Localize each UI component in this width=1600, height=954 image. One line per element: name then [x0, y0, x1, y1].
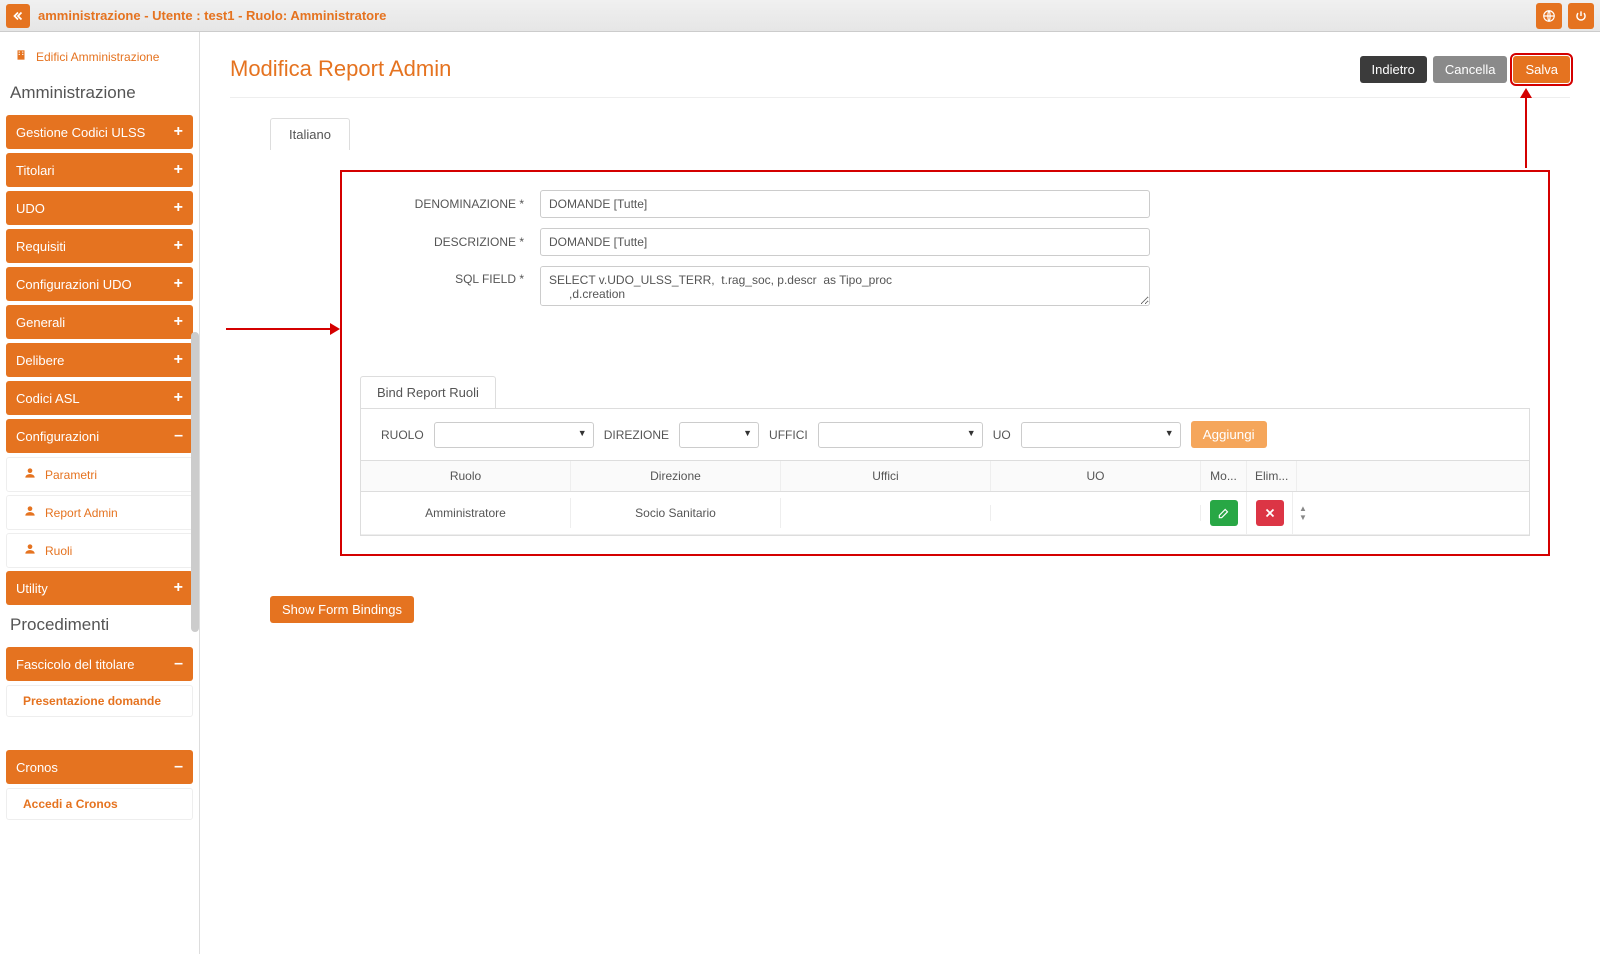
aggiungi-button[interactable]: Aggiungi [1191, 421, 1267, 448]
cell-uo [991, 505, 1201, 521]
ruolo-select[interactable] [434, 422, 594, 448]
show-form-bindings-button[interactable]: Show Form Bindings [270, 596, 414, 623]
section-amministrazione: Amministrazione [6, 77, 193, 115]
highlighted-form-area: DENOMINAZIONE * DESCRIZIONE * SQL FIELD … [340, 170, 1550, 556]
main-content: Modifica Report Admin Indietro Cancella … [200, 32, 1600, 954]
sql-textarea[interactable]: SELECT v.UDO_ULSS_TERR, t.rag_soc, p.des… [540, 266, 1150, 306]
edit-row-button[interactable] [1210, 500, 1238, 526]
sidebar-item-titolari[interactable]: Titolari+ [6, 153, 193, 187]
building-icon [14, 48, 28, 65]
page-title: Modifica Report Admin [230, 56, 451, 82]
power-icon[interactable] [1568, 3, 1594, 29]
cell-direzione: Socio Sanitario [571, 498, 781, 528]
scroll-up-icon[interactable]: ▲ [1293, 504, 1313, 513]
uo-filter-label: UO [993, 428, 1011, 442]
roles-grid: Ruolo Direzione Uffici UO Mo... Elim... … [360, 460, 1530, 536]
plus-icon: + [174, 123, 183, 141]
sidebar-sub-accedi-cronos[interactable]: Accedi a Cronos [6, 788, 193, 820]
plus-icon: + [174, 313, 183, 331]
user-icon [23, 466, 37, 483]
sidebar: Edifici Amministrazione Amministrazione … [0, 32, 200, 954]
sidebar-sub-presentazione[interactable]: Presentazione domande [6, 685, 193, 717]
user-icon [23, 542, 37, 559]
col-modifica: Mo... [1201, 461, 1247, 491]
ruolo-filter-label: RUOLO [381, 428, 424, 442]
plus-icon: + [174, 237, 183, 255]
sidebar-item-gestione-codici[interactable]: Gestione Codici ULSS+ [6, 115, 193, 149]
grid-scrollbar[interactable]: ▲ ▼ [1293, 502, 1313, 524]
plus-icon: + [174, 351, 183, 369]
plus-icon: + [174, 161, 183, 179]
denominazione-input[interactable] [540, 190, 1150, 218]
save-button[interactable]: Salva [1513, 56, 1570, 83]
col-elimina: Elim... [1247, 461, 1297, 491]
cancel-button[interactable]: Cancella [1433, 56, 1508, 83]
uffici-filter-label: UFFICI [769, 428, 808, 442]
sidebar-sub-parametri[interactable]: Parametri [6, 457, 193, 492]
uffici-select[interactable] [818, 422, 983, 448]
scroll-down-icon[interactable]: ▼ [1293, 513, 1313, 522]
denominazione-label: DENOMINAZIONE * [360, 197, 540, 211]
topbar: amministrazione - Utente : test1 - Ruolo… [0, 0, 1600, 32]
sidebar-item-cronos[interactable]: Cronos– [6, 750, 193, 784]
sidebar-item-configurazioni[interactable]: Configurazioni– [6, 419, 193, 453]
scrollbar-handle[interactable] [191, 332, 199, 632]
plus-icon: + [174, 275, 183, 293]
sidebar-item-delibere[interactable]: Delibere+ [6, 343, 193, 377]
back-button[interactable]: Indietro [1360, 56, 1427, 83]
plus-icon: + [174, 579, 183, 597]
sidebar-collapse-button[interactable] [6, 4, 30, 28]
annotation-arrow-horizontal [226, 328, 338, 330]
direzione-filter-label: DIREZIONE [604, 428, 669, 442]
plus-icon: + [174, 199, 183, 217]
col-uffici: Uffici [781, 461, 991, 491]
plus-icon: + [174, 389, 183, 407]
globe-icon[interactable] [1536, 3, 1562, 29]
col-direzione: Direzione [571, 461, 781, 491]
cell-uffici [781, 505, 991, 521]
col-uo: UO [991, 461, 1201, 491]
sidebar-item-udo[interactable]: UDO+ [6, 191, 193, 225]
sidebar-item-generali[interactable]: Generali+ [6, 305, 193, 339]
sidebar-item-requisiti[interactable]: Requisiti+ [6, 229, 193, 263]
minus-icon: – [174, 758, 183, 776]
col-ruolo: Ruolo [361, 461, 571, 491]
breadcrumb-label: Edifici Amministrazione [36, 50, 159, 64]
section-procedimenti: Procedimenti [6, 609, 193, 647]
filter-bar: RUOLO DIREZIONE UFFICI UO Aggiungi [360, 408, 1530, 460]
minus-icon: – [174, 655, 183, 673]
table-row: Amministratore Socio Sanitario [361, 492, 1529, 535]
breadcrumb[interactable]: Edifici Amministrazione [6, 42, 193, 77]
minus-icon: – [174, 427, 183, 445]
sidebar-sub-ruoli[interactable]: Ruoli [6, 533, 193, 568]
topbar-title: amministrazione - Utente : test1 - Ruolo… [38, 8, 1536, 23]
delete-row-button[interactable] [1256, 500, 1284, 526]
sidebar-item-configurazioni-udo[interactable]: Configurazioni UDO+ [6, 267, 193, 301]
descrizione-input[interactable] [540, 228, 1150, 256]
uo-select[interactable] [1021, 422, 1181, 448]
sidebar-item-fascicolo[interactable]: Fascicolo del titolare– [6, 647, 193, 681]
direzione-select[interactable] [679, 422, 759, 448]
tab-italiano[interactable]: Italiano [270, 118, 350, 150]
sidebar-sub-report-admin[interactable]: Report Admin [6, 495, 193, 530]
descrizione-label: DESCRIZIONE * [360, 235, 540, 249]
cell-ruolo: Amministratore [361, 498, 571, 528]
sql-label: SQL FIELD * [360, 266, 540, 286]
sidebar-item-codici-asl[interactable]: Codici ASL+ [6, 381, 193, 415]
tab-bind-report-ruoli[interactable]: Bind Report Ruoli [360, 376, 496, 408]
user-icon [23, 504, 37, 521]
sidebar-item-utility[interactable]: Utility+ [6, 571, 193, 605]
annotation-arrow-vertical [1525, 90, 1527, 168]
